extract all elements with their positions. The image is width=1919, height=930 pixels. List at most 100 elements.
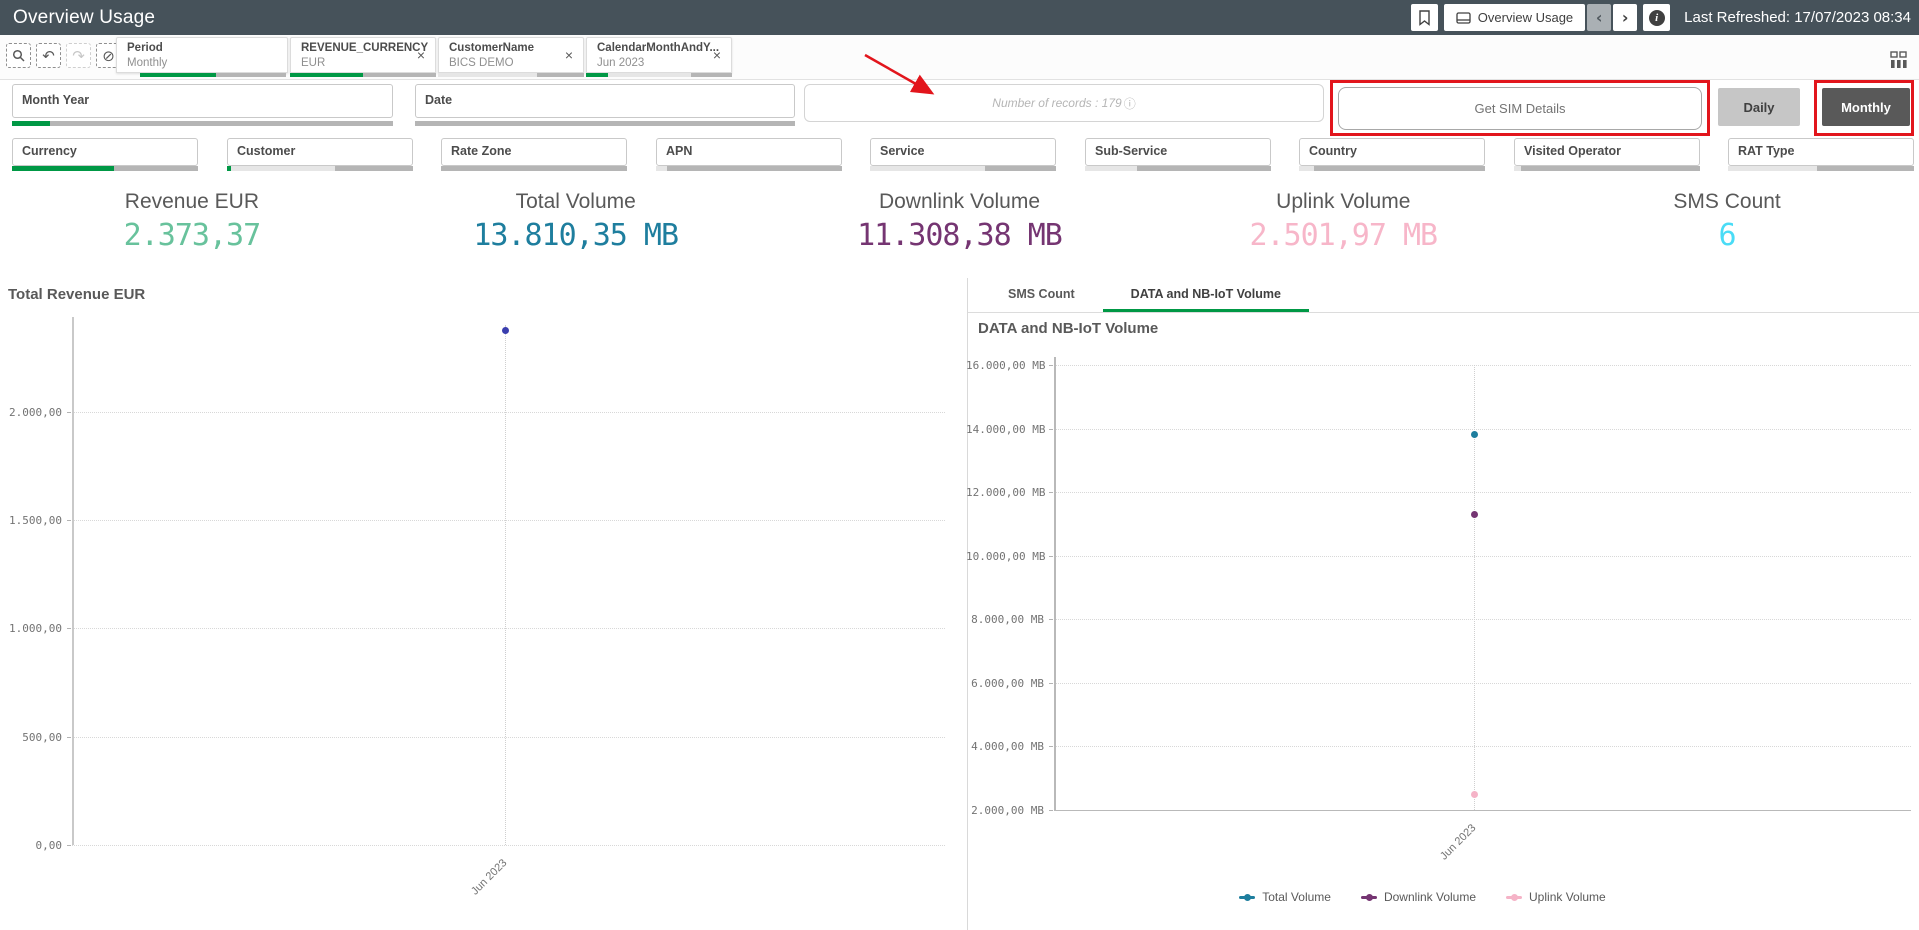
kpi-label: Total Volume <box>384 190 768 214</box>
close-icon[interactable]: × <box>413 47 429 63</box>
grid-line <box>1054 683 1911 684</box>
tick-mark <box>1049 365 1053 366</box>
listbox-currency[interactable]: Currency <box>12 138 198 166</box>
selection-bar <box>441 166 627 171</box>
selection-chip-revenue-currency[interactable]: REVENUE_CURRENCY EUR × <box>290 37 436 73</box>
data-point[interactable] <box>1471 791 1478 798</box>
kpi-value: 2.501,97 MB <box>1151 218 1535 253</box>
listbox-rat-type[interactable]: RAT Type <box>1728 138 1914 166</box>
close-icon[interactable]: × <box>709 47 725 63</box>
listbox-apn[interactable]: APN <box>656 138 842 166</box>
selection-chip-period[interactable]: Period Monthly <box>116 37 288 73</box>
listbox-label: Visited Operator <box>1515 139 1699 158</box>
selections-toolbar: ↶ ↷ ⊘ Period Monthly REVENUE_CURRENCY EU… <box>0 35 1919 80</box>
undo-icon: ↶ <box>42 47 55 65</box>
listbox-sub-service[interactable]: Sub-Service <box>1085 138 1271 166</box>
data-point[interactable] <box>502 327 509 334</box>
info-icon: ⓘ <box>1124 95 1136 112</box>
undo-selection-button[interactable]: ↶ <box>36 43 61 68</box>
data-point[interactable] <box>1471 511 1478 518</box>
chart-plot-area[interactable]: 2.000,001.500,001.000,00500,000,00Jun 20… <box>0 278 960 930</box>
y-tick-label: 8.000,00 MB <box>966 613 1044 626</box>
legend-item[interactable]: Downlink Volume <box>1361 890 1476 904</box>
grid-line <box>72 737 945 738</box>
chevron-left-icon: ‹ <box>1596 8 1603 27</box>
legend-item[interactable]: Total Volume <box>1239 890 1331 904</box>
monthly-button[interactable]: Monthly <box>1822 88 1910 126</box>
total-revenue-chart[interactable]: Total Revenue EUR 2.000,001.500,001.000,… <box>0 278 960 930</box>
y-axis-line <box>1054 357 1056 810</box>
listbox-service[interactable]: Service <box>870 138 1056 166</box>
y-tick-label: 6.000,00 MB <box>966 677 1044 690</box>
listbox-date[interactable]: Date <box>415 84 795 118</box>
selections-tool-icon[interactable] <box>1890 51 1908 69</box>
selection-bar <box>12 166 198 171</box>
kpi-revenue-eur: Revenue EUR 2.373,37 <box>0 180 384 272</box>
y-tick-label: 2.000,00 MB <box>966 804 1044 817</box>
chip-label: CustomerName <box>449 42 534 54</box>
app-window: Overview Usage Overview Usage ‹ <box>0 0 1919 930</box>
selection-bar <box>1299 166 1485 171</box>
sheet-icon <box>1456 12 1471 24</box>
redo-selection-button[interactable]: ↷ <box>66 43 91 68</box>
listbox-label: Service <box>871 139 1055 158</box>
chip-value: BICS DEMO <box>449 57 514 69</box>
get-sim-details-button[interactable]: Get SIM Details <box>1338 87 1702 130</box>
tick-mark <box>67 737 71 738</box>
legend-marker-dot <box>1366 894 1373 901</box>
app-header: Overview Usage Overview Usage ‹ <box>0 0 1919 35</box>
redo-icon: ↷ <box>72 47 85 65</box>
tick-mark <box>67 845 71 846</box>
kpi-value: 6 <box>1535 218 1919 253</box>
listbox-month-year[interactable]: Month Year <box>12 84 393 118</box>
number-of-records-text: Number of records : 179 <box>992 96 1121 110</box>
listbox-country[interactable]: Country <box>1299 138 1485 166</box>
listbox-rate-zone[interactable]: Rate Zone <box>441 138 627 166</box>
legend-marker-dot <box>1511 894 1518 901</box>
grid-line <box>1054 746 1911 747</box>
chip-value: EUR <box>301 57 325 69</box>
kpi-total-volume: Total Volume 13.810,35 MB <box>384 180 768 272</box>
smart-search-button[interactable] <box>6 43 31 68</box>
close-icon[interactable]: × <box>561 47 577 63</box>
selection-bar <box>116 73 288 77</box>
next-sheet-button[interactable]: › <box>1613 4 1637 31</box>
listbox-visited-operator[interactable]: Visited Operator <box>1514 138 1700 166</box>
data-point[interactable] <box>1471 431 1478 438</box>
y-tick-label: 12.000,00 MB <box>966 486 1044 499</box>
prev-sheet-button[interactable]: ‹ <box>1587 4 1611 31</box>
kpi-value: 2.373,37 <box>0 218 384 253</box>
y-tick-label: 16.000,00 MB <box>966 359 1044 372</box>
sheet-selector-button[interactable]: Overview Usage <box>1444 4 1585 31</box>
listbox-customer[interactable]: Customer <box>227 138 413 166</box>
y-tick-label: 14.000,00 MB <box>966 423 1044 436</box>
y-axis-line <box>72 317 74 845</box>
search-icon <box>12 49 25 62</box>
chip-value: Monthly <box>127 57 167 69</box>
volume-panel: SMS Count DATA and NB-IoT Volume DATA an… <box>967 278 1919 930</box>
chip-value: Jun 2023 <box>597 57 644 69</box>
selection-chip-customer-name[interactable]: CustomerName BICS DEMO × <box>438 37 584 73</box>
listbox-label: Rate Zone <box>442 139 626 158</box>
legend-marker <box>1506 896 1522 899</box>
selection-bar <box>1514 166 1700 171</box>
selection-chip-calendar-month[interactable]: CalendarMonthAndY... Jun 2023 × <box>586 37 732 73</box>
legend-label: Uplink Volume <box>1529 890 1606 904</box>
x-axis-label: Jun 2023 <box>450 857 509 916</box>
listbox-label: Currency <box>13 139 197 158</box>
kpi-label: Revenue EUR <box>0 190 384 214</box>
bookmark-button[interactable] <box>1411 4 1438 31</box>
tick-mark <box>67 412 71 413</box>
grid-line <box>72 628 945 629</box>
legend-item[interactable]: Uplink Volume <box>1506 890 1606 904</box>
tick-mark <box>1049 746 1053 747</box>
x-axis-line <box>1054 810 1911 811</box>
info-button[interactable]: i <box>1643 4 1670 31</box>
legend-marker-dot <box>1244 894 1251 901</box>
grid-line <box>1054 492 1911 493</box>
chart-plot-area[interactable]: 16.000,00 MB14.000,00 MB12.000,00 MB10.0… <box>968 278 1919 930</box>
daily-button[interactable]: Daily <box>1718 88 1800 126</box>
y-tick-label: 1.000,00 <box>0 622 62 635</box>
selection-bar <box>290 73 436 77</box>
selection-bar <box>656 166 842 171</box>
